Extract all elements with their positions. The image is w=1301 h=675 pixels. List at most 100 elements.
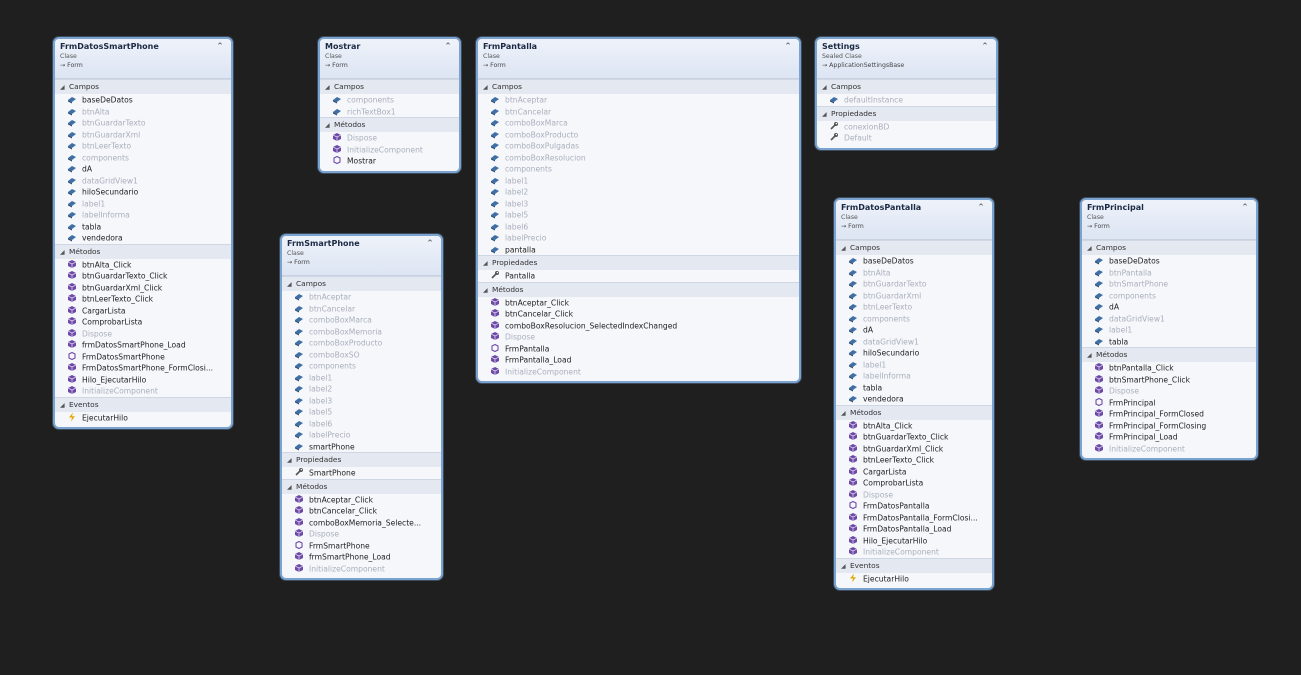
member-row[interactable]: btnLeerTexto_Click bbox=[55, 293, 231, 305]
member-row[interactable]: btnCancelar_Click bbox=[478, 308, 799, 320]
member-row[interactable]: dA bbox=[55, 163, 231, 175]
collapse-chevron-icon[interactable]: ⌃ bbox=[425, 239, 435, 249]
member-row[interactable]: hiloSecundario bbox=[55, 186, 231, 198]
member-row[interactable]: Dispose bbox=[478, 331, 799, 343]
member-row[interactable]: label5 bbox=[478, 209, 799, 221]
member-row[interactable]: label3 bbox=[478, 198, 799, 210]
class-box-frmdatossmartphone[interactable]: FrmDatosSmartPhone Clase → Form ⌃ ◢ Campos bas… bbox=[53, 37, 233, 429]
compartment-header[interactable]: ◢ Campos bbox=[478, 79, 799, 94]
compartment-header[interactable]: ◢ Campos bbox=[1082, 240, 1256, 255]
member-row[interactable]: btnGuardarTexto_Click bbox=[836, 431, 992, 443]
member-row[interactable]: InitializeComponent bbox=[478, 366, 799, 378]
member-row[interactable]: FrmSmartPhone bbox=[282, 540, 441, 552]
member-row[interactable]: dataGridView1 bbox=[836, 336, 992, 348]
member-row[interactable]: btnAlta bbox=[55, 106, 231, 118]
member-row[interactable]: tabla bbox=[1082, 336, 1256, 348]
expand-triangle-icon[interactable]: ◢ bbox=[841, 242, 850, 256]
expand-triangle-icon[interactable]: ◢ bbox=[822, 108, 831, 122]
member-row[interactable]: FrmPrincipal_Load bbox=[1082, 431, 1256, 443]
compartment-header[interactable]: ◢ Propiedades bbox=[478, 255, 799, 270]
collapse-chevron-icon[interactable]: ⌃ bbox=[980, 42, 990, 52]
compartment-header[interactable]: ◢ Propiedades bbox=[282, 452, 441, 467]
expand-triangle-icon[interactable]: ◢ bbox=[1087, 349, 1096, 363]
member-row[interactable]: btnPantalla bbox=[1082, 267, 1256, 279]
expand-triangle-icon[interactable]: ◢ bbox=[325, 119, 334, 133]
class-box-frmsmartphone[interactable]: FrmSmartPhone Clase → Form ⌃ ◢ Campos btnAcept… bbox=[280, 234, 443, 580]
member-row[interactable]: CargarLista bbox=[55, 305, 231, 317]
member-row[interactable]: Dispose bbox=[836, 489, 992, 501]
member-row[interactable]: comboBoxMemoria bbox=[282, 326, 441, 338]
member-row[interactable]: components bbox=[55, 152, 231, 164]
member-row[interactable]: btnCancelar_Click bbox=[282, 505, 441, 517]
compartment-header[interactable]: ◢ Campos bbox=[836, 240, 992, 255]
class-box-settings[interactable]: Settings Sealed Clase → ApplicationSetting… bbox=[815, 37, 998, 150]
compartment-header[interactable]: ◢ Campos bbox=[282, 276, 441, 291]
member-row[interactable]: btnAceptar_Click bbox=[282, 494, 441, 506]
member-row[interactable]: dataGridView1 bbox=[55, 175, 231, 187]
member-row[interactable]: CargarLista bbox=[836, 466, 992, 478]
compartment-header[interactable]: ◢ Campos bbox=[320, 79, 459, 94]
member-row[interactable]: btnSmartPhone bbox=[1082, 278, 1256, 290]
member-row[interactable]: btnLeerTexto_Click bbox=[836, 454, 992, 466]
member-row[interactable]: btnLeerTexto bbox=[55, 140, 231, 152]
member-row[interactable]: conexionBD bbox=[817, 121, 996, 133]
member-row[interactable]: frmSmartPhone_Load bbox=[282, 551, 441, 563]
member-row[interactable]: comboBoxMarca bbox=[282, 314, 441, 326]
compartment-header[interactable]: ◢ Métodos bbox=[836, 404, 992, 420]
member-row[interactable]: smartPhone bbox=[282, 441, 441, 453]
member-row[interactable]: label1 bbox=[1082, 324, 1256, 336]
member-row[interactable]: components bbox=[1082, 290, 1256, 302]
member-row[interactable]: comboBoxPulgadas bbox=[478, 140, 799, 152]
member-row[interactable]: FrmPrincipal_FormClosed bbox=[1082, 408, 1256, 420]
member-row[interactable]: btnGuardarXml bbox=[836, 290, 992, 302]
member-row[interactable]: ComprobarLista bbox=[836, 477, 992, 489]
class-box-frmprincipal[interactable]: FrmPrincipal Clase → Form ⌃ ◢ Campos baseDeDat… bbox=[1080, 198, 1258, 460]
class-header[interactable]: FrmSmartPhone Clase → Form ⌃ bbox=[282, 236, 441, 276]
class-header[interactable]: Mostrar Clase → Form ⌃ bbox=[320, 39, 459, 79]
member-row[interactable]: components bbox=[320, 94, 459, 106]
expand-triangle-icon[interactable]: ◢ bbox=[60, 399, 69, 413]
member-row[interactable]: frmDatosSmartPhone_Load bbox=[55, 339, 231, 351]
class-box-mostrar[interactable]: Mostrar Clase → Form ⌃ ◢ Campos components rich… bbox=[318, 37, 461, 173]
member-row[interactable]: EjecutarHilo bbox=[836, 573, 992, 585]
member-row[interactable]: vendedora bbox=[836, 393, 992, 405]
member-row[interactable]: Dispose bbox=[282, 528, 441, 540]
expand-triangle-icon[interactable]: ◢ bbox=[287, 454, 296, 468]
member-row[interactable]: dataGridView1 bbox=[1082, 313, 1256, 325]
member-row[interactable]: baseDeDatos bbox=[836, 255, 992, 267]
member-row[interactable]: labelInforma bbox=[55, 209, 231, 221]
member-row[interactable]: defaultInstance bbox=[817, 94, 996, 106]
member-row[interactable]: FrmPrincipal bbox=[1082, 397, 1256, 409]
member-row[interactable]: FrmDatosSmartPhone_FormClosi... bbox=[55, 362, 231, 374]
member-row[interactable]: components bbox=[836, 313, 992, 325]
member-row[interactable]: comboBoxProducto bbox=[478, 129, 799, 141]
member-row[interactable]: btnCancelar bbox=[478, 106, 799, 118]
member-row[interactable]: btnAlta_Click bbox=[836, 420, 992, 432]
member-row[interactable]: components bbox=[478, 163, 799, 175]
member-row[interactable]: FrmDatosPantalla_Load bbox=[836, 523, 992, 535]
class-header[interactable]: FrmPantalla Clase → Form ⌃ bbox=[478, 39, 799, 79]
compartment-header[interactable]: ◢ Propiedades bbox=[817, 105, 996, 122]
member-row[interactable]: comboBoxResolucion bbox=[478, 152, 799, 164]
member-row[interactable]: hiloSecundario bbox=[836, 347, 992, 359]
member-row[interactable]: btnGuardarTexto bbox=[836, 278, 992, 290]
member-row[interactable]: btnGuardarTexto_Click bbox=[55, 270, 231, 282]
member-row[interactable]: label5 bbox=[282, 406, 441, 418]
member-row[interactable]: label3 bbox=[282, 395, 441, 407]
class-header[interactable]: FrmPrincipal Clase → Form ⌃ bbox=[1082, 200, 1256, 240]
compartment-header[interactable]: ◢ Campos bbox=[817, 79, 996, 94]
member-row[interactable]: baseDeDatos bbox=[55, 94, 231, 106]
member-row[interactable]: btnGuardarTexto bbox=[55, 117, 231, 129]
member-row[interactable]: tabla bbox=[836, 382, 992, 394]
member-row[interactable]: dA bbox=[1082, 301, 1256, 313]
member-row[interactable]: label2 bbox=[478, 186, 799, 198]
member-row[interactable]: label2 bbox=[282, 383, 441, 395]
member-row[interactable]: FrmDatosPantalla bbox=[836, 500, 992, 512]
compartment-header[interactable]: ◢ Métodos bbox=[320, 117, 459, 132]
compartment-header[interactable]: ◢ Métodos bbox=[478, 281, 799, 297]
class-header[interactable]: FrmDatosPantalla Clase → Form ⌃ bbox=[836, 200, 992, 240]
member-row[interactable]: FrmPantalla bbox=[478, 343, 799, 355]
member-row[interactable]: btnGuardarXml_Click bbox=[836, 443, 992, 455]
compartment-header[interactable]: ◢ Eventos bbox=[55, 396, 231, 413]
member-row[interactable]: label1 bbox=[836, 359, 992, 371]
